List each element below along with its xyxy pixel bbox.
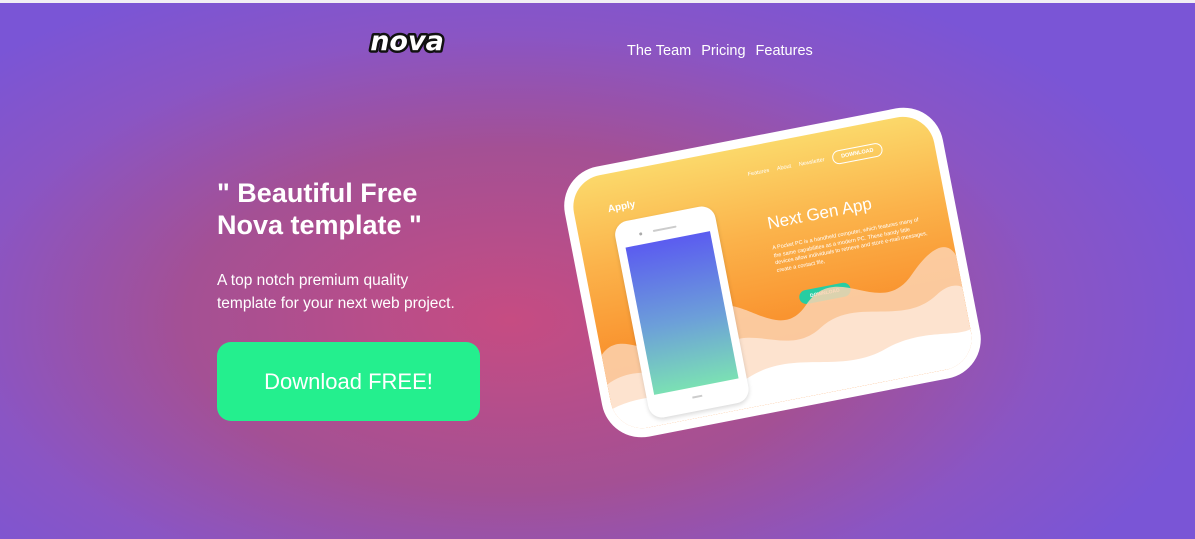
mockup-nav-item: Features: [747, 167, 770, 178]
phone-home-indicator: [692, 394, 703, 399]
phone-camera: [638, 232, 643, 236]
site-header: nova The Team Pricing Features: [0, 0, 1195, 90]
app-mockup-image: Apply Features About Newsletter DOWNLOAD…: [557, 100, 988, 445]
phone-screen: [625, 231, 739, 395]
logo-wordmark: nova: [370, 26, 444, 57]
main-nav: The Team Pricing Features: [627, 42, 813, 60]
nav-link-pricing[interactable]: Pricing: [701, 42, 745, 60]
mockup-brand: Apply: [606, 199, 637, 216]
nav-link-the-team[interactable]: The Team: [627, 42, 691, 60]
hero-subtitle: A top notch premium quality template for…: [217, 272, 455, 312]
nova-logo[interactable]: nova: [362, 26, 452, 58]
mockup-screen: Apply Features About Newsletter DOWNLOAD…: [567, 111, 978, 434]
mockup-nav-button: DOWNLOAD: [831, 141, 884, 166]
hero-title: " Beautiful Free Nova template ": [217, 178, 422, 240]
mockup-nav-item: Newsletter: [798, 157, 826, 168]
nav-link-features[interactable]: Features: [756, 42, 813, 60]
download-free-button[interactable]: Download FREE!: [217, 342, 480, 421]
mockup-nav: Features About Newsletter DOWNLOAD: [747, 141, 884, 182]
phone-speaker: [652, 225, 677, 233]
mockup-nav-item: About: [776, 163, 792, 173]
